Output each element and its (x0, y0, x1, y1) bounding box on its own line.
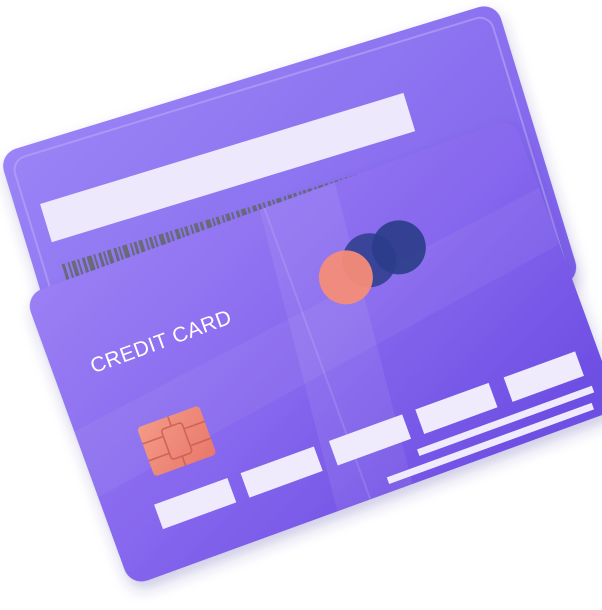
credit-card-illustration: CREDIT CARD (3, 6, 602, 582)
